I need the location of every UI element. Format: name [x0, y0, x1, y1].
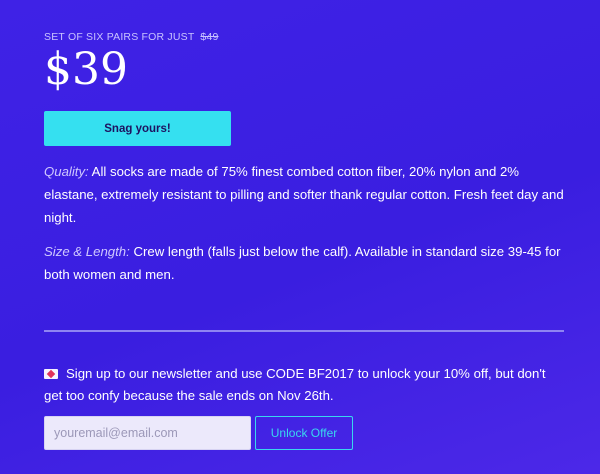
size-length-description: Size & Length: Crew length (falls just b…	[44, 240, 564, 286]
snag-yours-button[interactable]: Snag yours!	[44, 111, 231, 146]
newsletter-text: Sign up to our newsletter and use CODE B…	[44, 366, 546, 403]
quality-label: Quality:	[44, 164, 89, 179]
size-length-label: Size & Length:	[44, 244, 130, 259]
old-price: $49	[200, 31, 219, 43]
current-price: $39	[44, 44, 128, 95]
offer-eyebrow: SET OF SIX PAIRS FOR JUST $49	[44, 31, 219, 43]
unlock-offer-button[interactable]: Unlock Offer	[255, 416, 353, 450]
email-input[interactable]	[44, 416, 251, 450]
quality-text: All socks are made of 75% finest combed …	[44, 164, 564, 225]
offer-label: SET OF SIX PAIRS FOR JUST	[44, 31, 195, 43]
love-letter-icon	[44, 369, 58, 379]
quality-description: Quality: All socks are made of 75% fines…	[44, 160, 564, 229]
section-divider	[44, 330, 564, 332]
newsletter-message: Sign up to our newsletter and use CODE B…	[44, 363, 564, 407]
